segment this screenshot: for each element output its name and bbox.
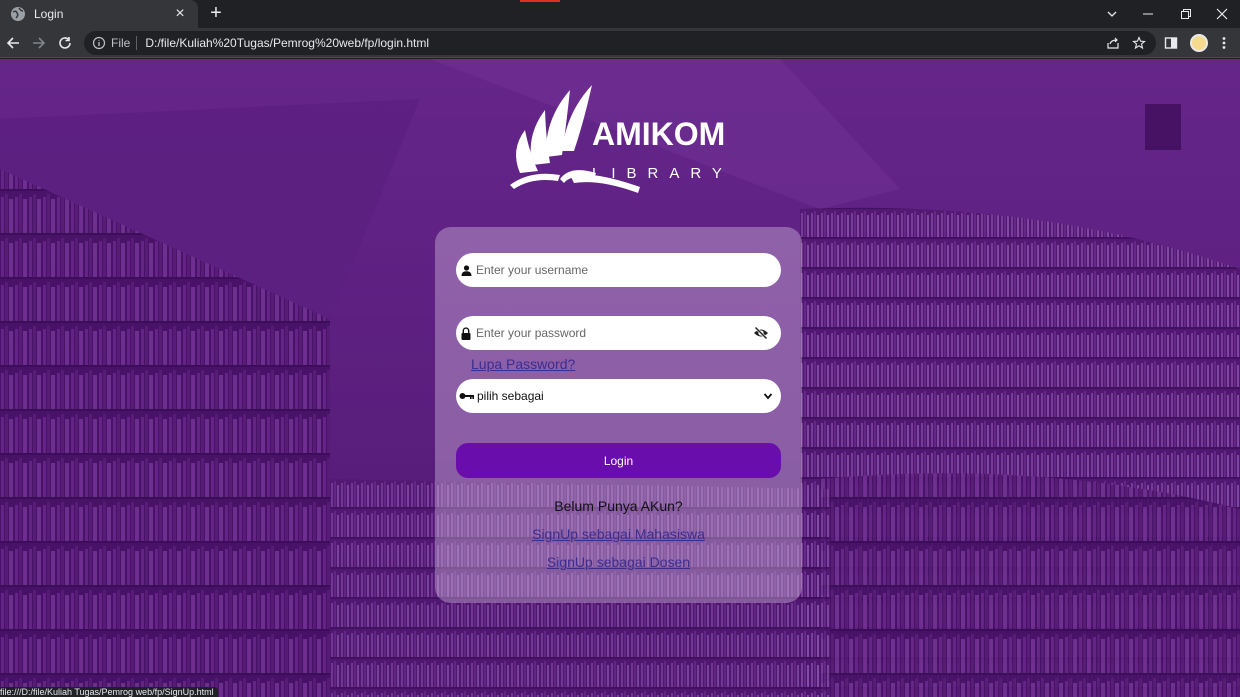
signup-lecturer-link[interactable]: SignUp sebagai Dosen <box>435 554 802 570</box>
lock-icon <box>460 326 472 340</box>
login-page: AMIKOM LIBRARY Lupa Password? <box>0 59 1240 697</box>
divider <box>136 36 138 50</box>
link-status-bubble: file:///D:/file/Kuliah Tugas/Pemrog web/… <box>0 687 218 697</box>
signup-lecturer-label[interactable]: SignUp sebagai Dosen <box>547 554 690 570</box>
amikom-library-logo: AMIKOM LIBRARY <box>510 85 733 193</box>
star-icon[interactable] <box>1132 36 1146 50</box>
url-text[interactable]: D:/file/Kuliah%20Tugas/Pemrog%20web/fp/l… <box>145 36 429 50</box>
minimize-icon[interactable] <box>1130 0 1166 28</box>
info-icon[interactable] <box>92 36 106 50</box>
address-bar[interactable]: File D:/file/Kuliah%20Tugas/Pemrog%20web… <box>84 31 1156 55</box>
scheme-label: File <box>111 36 131 50</box>
no-account-text: Belum Punya AKun? <box>554 498 683 514</box>
chevron-down-icon <box>763 393 773 400</box>
username-field[interactable] <box>456 253 781 287</box>
forward-icon[interactable] <box>28 32 50 54</box>
side-panel-icon[interactable] <box>1160 32 1182 54</box>
user-icon <box>460 263 472 277</box>
tab-login[interactable]: Login × <box>0 0 198 28</box>
restore-icon[interactable] <box>1168 0 1204 28</box>
profile-avatar[interactable] <box>1188 32 1210 54</box>
login-card: Lupa Password? pilih sebagai Login Belum… <box>435 227 802 603</box>
forgot-password-link[interactable]: Lupa Password? <box>471 356 575 372</box>
recording-indicator <box>520 0 560 2</box>
globe-icon <box>11 7 25 21</box>
logo-subword: LIBRARY <box>592 165 733 182</box>
logo-word: AMIKOM <box>592 116 725 152</box>
tab-strip: Login × + <box>0 0 1240 28</box>
reload-icon[interactable] <box>54 32 76 54</box>
share-icon[interactable] <box>1106 36 1120 50</box>
tab-search-chevron-icon[interactable] <box>1094 0 1130 28</box>
plus-icon[interactable]: + <box>205 3 227 25</box>
signup-student-link[interactable]: SignUp sebagai Mahasiswa <box>435 526 802 542</box>
eye-off-icon[interactable] <box>753 325 769 341</box>
signup-student-label[interactable]: SignUp sebagai Mahasiswa <box>532 526 705 542</box>
username-input[interactable] <box>476 253 781 287</box>
close-window-icon[interactable] <box>1204 0 1240 28</box>
menu-icon[interactable] <box>1213 32 1235 54</box>
login-button[interactable]: Login <box>456 443 781 478</box>
browser-toolbar: File D:/file/Kuliah%20Tugas/Pemrog%20web… <box>0 28 1240 58</box>
back-icon[interactable] <box>2 32 24 54</box>
password-input[interactable] <box>476 316 753 350</box>
key-icon <box>459 393 474 399</box>
close-icon[interactable]: × <box>170 6 190 22</box>
tab-title: Login <box>34 7 64 21</box>
avatar <box>1190 34 1208 52</box>
role-select[interactable]: pilih sebagai <box>456 379 781 413</box>
role-select-value: pilih sebagai <box>477 389 544 403</box>
password-field[interactable] <box>456 316 781 350</box>
